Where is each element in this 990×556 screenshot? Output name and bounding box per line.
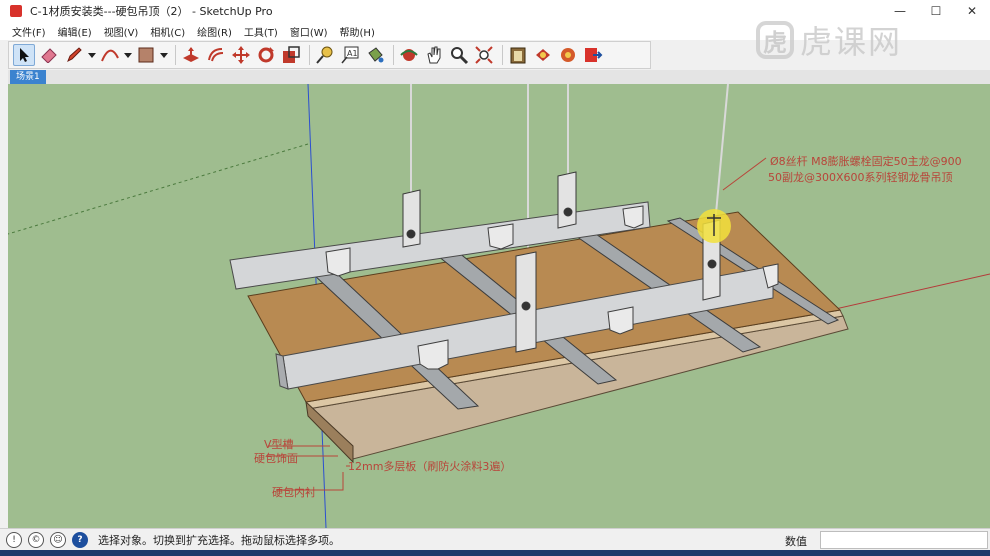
share-model-icon bbox=[536, 49, 550, 61]
menu-file[interactable]: 文件(F) bbox=[12, 24, 46, 39]
orbit-tool-button[interactable] bbox=[398, 44, 420, 66]
paint-bucket-icon bbox=[368, 47, 384, 63]
rectangle-dropdown-button[interactable] bbox=[160, 44, 168, 66]
scene-tabs: 场景1 bbox=[8, 70, 990, 84]
tape-measure-tool-button[interactable] bbox=[314, 44, 336, 66]
text-tool-button[interactable]: A1 bbox=[339, 44, 361, 66]
menu-draw[interactable]: 绘图(R) bbox=[197, 24, 232, 39]
select-icon bbox=[20, 48, 29, 62]
os-taskbar bbox=[0, 550, 990, 556]
components-icon bbox=[561, 48, 575, 62]
rectangle-tool-button[interactable] bbox=[135, 44, 157, 66]
menu-camera[interactable]: 相机(C) bbox=[150, 24, 185, 39]
plywood-label: 12mm多层板（刷防火涂料3遍） bbox=[348, 459, 511, 473]
main-toolbar: A1 bbox=[8, 41, 651, 69]
rotate-icon bbox=[258, 47, 274, 63]
model-viewport[interactable]: Ø8丝杆 M8膨胀螺栓固定50主龙@900 50副龙@300X600系列轻钢龙骨… bbox=[8, 84, 990, 528]
measurements-input[interactable] bbox=[820, 531, 988, 549]
dropdown-icon bbox=[88, 53, 96, 58]
select-tool-button[interactable] bbox=[13, 44, 35, 66]
pencil-dropdown-button[interactable] bbox=[88, 44, 96, 66]
offset-tool-button[interactable] bbox=[205, 44, 227, 66]
arc-dropdown-button[interactable] bbox=[124, 44, 132, 66]
inner-lining-label: 硬包内衬 bbox=[272, 485, 316, 499]
send-to-layout-icon bbox=[585, 48, 603, 62]
zoom-icon bbox=[451, 47, 469, 65]
sketchup-window: C-1材质安装类---硬包吊顶（2） - SketchUp Pro — ☐ ✕ … bbox=[0, 0, 990, 556]
toolbar-separator bbox=[309, 45, 310, 65]
offset-icon bbox=[208, 48, 224, 62]
dropdown-icon bbox=[124, 53, 132, 58]
zoom-extents-icon bbox=[475, 46, 493, 64]
eraser-tool-button[interactable] bbox=[38, 44, 60, 66]
pan-tool-button[interactable] bbox=[423, 44, 445, 66]
rod-note-line2: 50副龙@300X600系列轻钢龙骨吊顶 bbox=[768, 170, 953, 184]
arc-icon bbox=[101, 49, 119, 62]
share-model-button[interactable] bbox=[532, 44, 554, 66]
rectangle-icon bbox=[138, 47, 154, 63]
v-groove-label: V型槽 bbox=[264, 437, 294, 451]
window-title: C-1材质安装类---硬包吊顶（2） - SketchUp Pro bbox=[30, 5, 273, 18]
watermark: 虎 虎课网 bbox=[756, 20, 976, 61]
sketchup-logo-icon bbox=[10, 5, 22, 17]
scale-icon bbox=[283, 46, 300, 63]
status-bar: ! © ☺ ? 选择对象。切换到扩充选择。拖动鼠标选择多项。 数值 bbox=[0, 528, 990, 550]
scene-tab-1[interactable]: 场景1 bbox=[10, 70, 46, 84]
scale-tool-button[interactable] bbox=[280, 44, 302, 66]
toolbar-separator bbox=[175, 45, 176, 65]
account-icon[interactable]: ☺ bbox=[50, 531, 66, 548]
text-icon: A1 bbox=[341, 46, 359, 64]
watermark-text: 虎课网 bbox=[800, 23, 903, 61]
menu-tools[interactable]: 工具(T) bbox=[244, 24, 278, 39]
move-icon bbox=[232, 46, 250, 64]
panel-face-label: 硬包饰面 bbox=[254, 451, 298, 465]
menu-help[interactable]: 帮助(H) bbox=[340, 24, 375, 39]
warehouse-button[interactable] bbox=[507, 44, 529, 66]
watermark-logo-icon: 虎 bbox=[756, 21, 794, 59]
warehouse-icon bbox=[510, 47, 526, 64]
paint-bucket-tool-button[interactable] bbox=[364, 44, 386, 66]
svg-text:A1: A1 bbox=[347, 49, 358, 58]
arc-tool-button[interactable] bbox=[99, 44, 121, 66]
toolbar-separator bbox=[502, 45, 503, 65]
tape-measure-icon bbox=[316, 46, 333, 64]
maximize-button[interactable]: ☐ bbox=[918, 0, 954, 22]
pan-icon bbox=[427, 46, 441, 64]
zoom-tool-button[interactable] bbox=[448, 44, 470, 66]
toolbar-separator bbox=[393, 45, 394, 65]
menu-window[interactable]: 窗口(W) bbox=[290, 24, 328, 39]
push-pull-tool-button[interactable] bbox=[180, 44, 202, 66]
send-to-layout-button[interactable] bbox=[582, 44, 604, 66]
eraser-icon bbox=[41, 48, 57, 63]
pencil-icon bbox=[67, 47, 82, 63]
close-button[interactable]: ✕ bbox=[954, 0, 990, 22]
zoom-extents-tool-button[interactable] bbox=[473, 44, 495, 66]
credits-icon[interactable]: © bbox=[28, 531, 44, 548]
orbit-icon bbox=[400, 49, 418, 61]
measurements-label: 数值 bbox=[785, 535, 807, 548]
geo-location-icon[interactable]: ! bbox=[6, 531, 22, 548]
menu-edit[interactable]: 编辑(E) bbox=[58, 24, 92, 39]
dropdown-icon bbox=[160, 53, 168, 58]
move-tool-button[interactable] bbox=[230, 44, 252, 66]
components-button[interactable] bbox=[557, 44, 579, 66]
push-pull-icon bbox=[183, 47, 199, 62]
rotate-tool-button[interactable] bbox=[255, 44, 277, 66]
pencil-tool-button[interactable] bbox=[63, 44, 85, 66]
help-icon[interactable]: ? bbox=[72, 531, 88, 548]
rod-note-line1: Ø8丝杆 M8膨胀螺栓固定50主龙@900 bbox=[770, 154, 962, 168]
menu-view[interactable]: 视图(V) bbox=[104, 24, 139, 39]
status-message: 选择对象。切换到扩充选择。拖动鼠标选择多项。 bbox=[98, 533, 340, 547]
